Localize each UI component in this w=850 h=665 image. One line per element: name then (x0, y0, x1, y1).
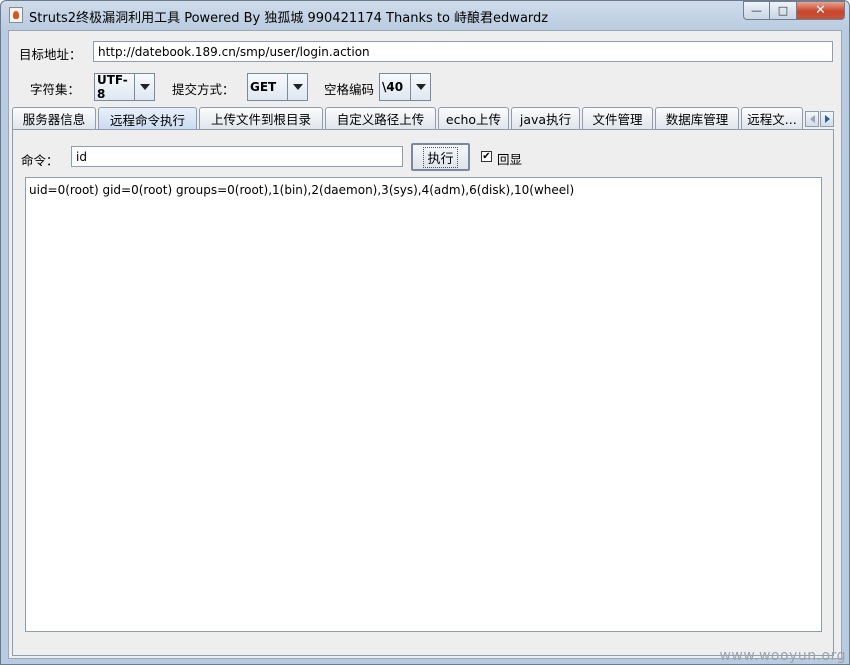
command-input[interactable]: id (71, 146, 403, 167)
close-icon: ✕ (815, 3, 826, 18)
command-output-area[interactable]: uid=0(root) gid=0(root) groups=0(root),1… (25, 177, 822, 632)
echo-checkbox[interactable]: ✔ (481, 151, 492, 162)
minimize-icon: — (751, 4, 762, 17)
tab-java-exec[interactable]: java执行 (511, 107, 580, 129)
target-url-input[interactable]: http://datebook.189.cn/smp/user/login.ac… (93, 41, 833, 62)
client-area: 目标地址： http://datebook.189.cn/smp/user/lo… (8, 30, 842, 659)
charset-select[interactable]: UTF-8 (94, 73, 155, 101)
method-value: GET (250, 80, 277, 94)
java-app-icon (9, 7, 23, 23)
execute-button[interactable]: 执行 (411, 143, 470, 171)
watermark: www.wooyun.org (719, 648, 846, 664)
tab-remote-command[interactable]: 远程命令执行 (98, 107, 197, 130)
echo-label: 回显 (497, 152, 523, 167)
tab-scroll-left-icon[interactable] (805, 111, 819, 127)
tab-upload-root[interactable]: 上传文件到根目录 (199, 107, 323, 129)
remote-command-panel: 命令： id 执行 ✔ 回显 uid=0(root) gid=0(root) g… (12, 129, 834, 656)
target-label: 目标地址： (19, 47, 82, 62)
minimize-button[interactable]: — (743, 1, 770, 20)
command-label: 命令： (21, 153, 59, 168)
tab-scroll-right-icon[interactable] (820, 111, 834, 127)
method-label: 提交方式： (172, 82, 235, 97)
maximize-button[interactable]: □ (770, 1, 797, 20)
tab-bar: 服务器信息 远程命令执行 上传文件到根目录 自定义路径上传 echo上传 jav… (12, 107, 838, 130)
chevron-down-icon[interactable] (287, 74, 307, 100)
tab-echo-upload[interactable]: echo上传 (438, 107, 509, 129)
charset-label: 字符集： (30, 82, 81, 97)
chevron-down-icon[interactable] (134, 74, 154, 100)
window-title: Struts2终极漏洞利用工具 Powered By 独孤城 990421174… (29, 11, 549, 26)
app-window: Struts2终极漏洞利用工具 Powered By 独孤城 990421174… (0, 0, 850, 665)
title-bar[interactable]: Struts2终极漏洞利用工具 Powered By 独孤城 990421174… (1, 1, 849, 29)
window-controls: — □ ✕ (743, 1, 845, 20)
space-encoding-label: 空格编码 (324, 82, 375, 97)
charset-value: UTF-8 (97, 73, 128, 101)
maximize-icon: □ (777, 4, 789, 17)
tab-custom-path-upload[interactable]: 自定义路径上传 (325, 107, 436, 129)
tab-database-manager[interactable]: 数据库管理 (655, 107, 739, 129)
tab-remote-file[interactable]: 远程文... (741, 107, 803, 129)
space-encoding-value: \40 (382, 80, 404, 94)
tab-server-info[interactable]: 服务器信息 (12, 107, 96, 129)
close-button[interactable]: ✕ (797, 1, 845, 20)
method-select[interactable]: GET (247, 73, 308, 101)
execute-label: 执行 (423, 146, 458, 168)
chevron-down-icon[interactable] (410, 74, 430, 100)
checkmark-icon: ✔ (482, 150, 491, 162)
space-encoding-select[interactable]: \40 (379, 73, 431, 101)
tab-file-manager[interactable]: 文件管理 (582, 107, 653, 129)
